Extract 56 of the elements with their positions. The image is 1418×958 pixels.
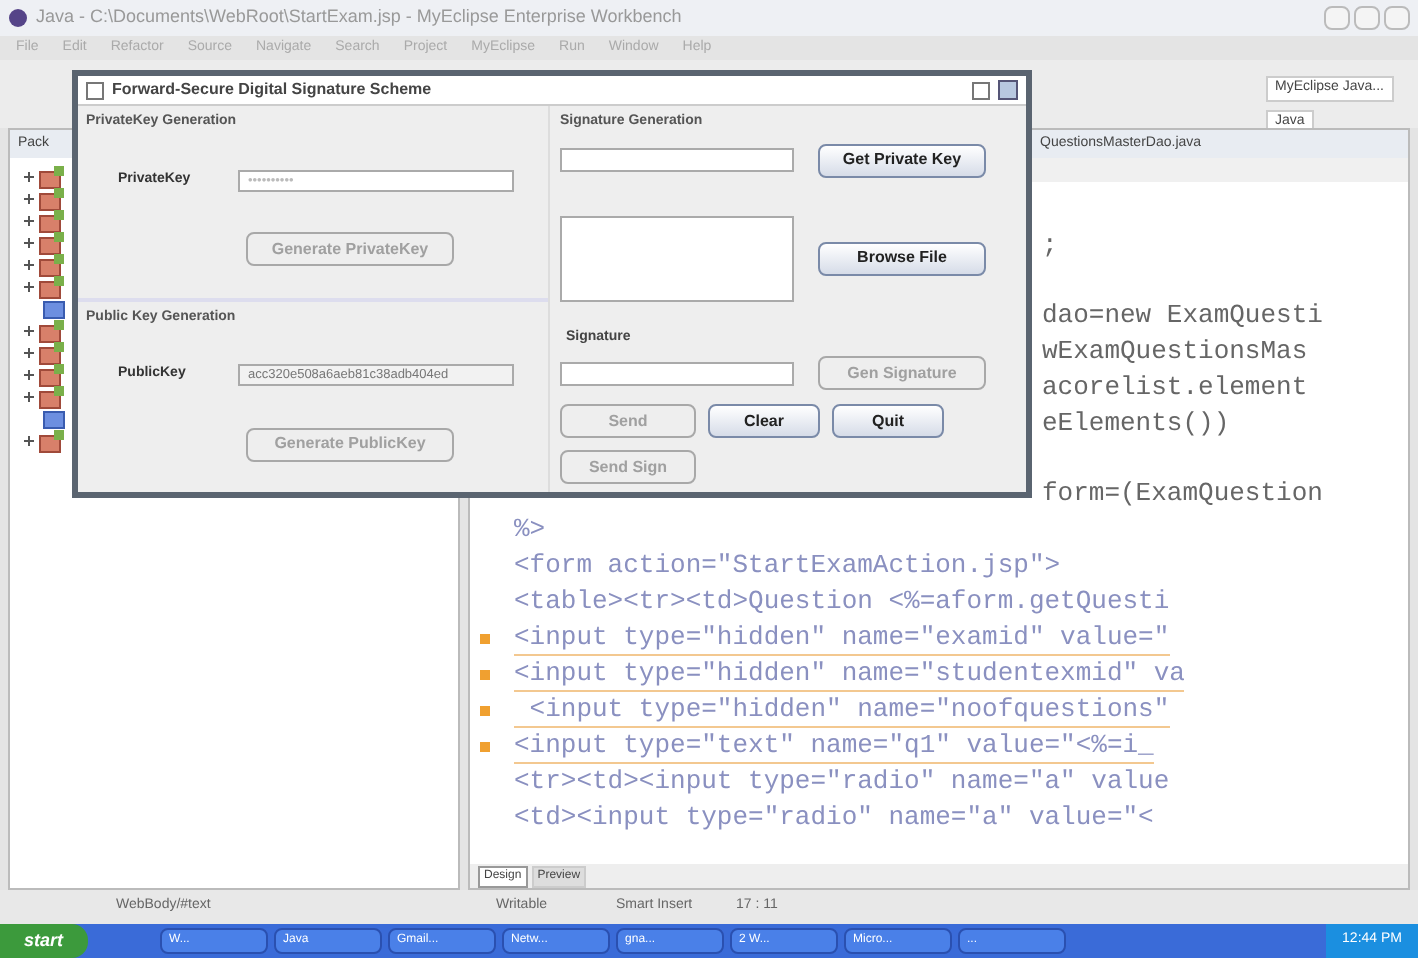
code-line: <td><input type="radio" name="a" value="<: [514, 800, 1154, 836]
code-line: <input type="hidden" name="noofquestions": [514, 692, 1170, 728]
code-line: wExamQuestionsMas: [1042, 334, 1308, 370]
expand-icon[interactable]: [22, 192, 36, 206]
code-line: %>: [514, 512, 546, 548]
dialog-button[interactable]: Quit: [832, 404, 944, 438]
code-line: dao=new ExamQuesti: [1042, 298, 1323, 334]
warning-marker: [479, 705, 489, 715]
start-button[interactable]: start: [0, 924, 88, 958]
folder-icon: [38, 209, 66, 233]
code-line: eElements()): [1042, 406, 1230, 442]
folder-icon: [38, 187, 66, 211]
window-title: Java - C:\Documents\WebRoot\StartExam.jsp - MyEclipse Enterprise Workbench: [36, 4, 682, 31]
code-line: <form action="StartExamAction.jsp">: [514, 548, 1061, 584]
signature-field[interactable]: [560, 361, 794, 385]
folder-icon: [38, 231, 66, 255]
folder-icon: [38, 165, 66, 189]
expand-icon[interactable]: [22, 258, 36, 272]
text-field[interactable]: [560, 148, 794, 172]
warning-marker: [479, 741, 489, 751]
expand-icon[interactable]: [22, 236, 36, 250]
app-icon: [8, 8, 28, 28]
code-line: form=(ExamQuestion: [1042, 476, 1323, 512]
folder-icon: [38, 429, 66, 453]
expand-icon[interactable]: [22, 170, 36, 184]
dialog-button[interactable]: Browse File: [818, 241, 986, 275]
code-line: acorelist.element: [1042, 370, 1308, 406]
expand-icon[interactable]: [22, 368, 36, 382]
code-line: <input type="text" name="q1" value="<%=i_: [514, 728, 1154, 764]
folder-icon: [38, 253, 66, 277]
code-line: <table><tr><td>Question <%=aform.getQuesti: [514, 584, 1170, 620]
file-icon: [38, 297, 66, 321]
file-icon: [38, 407, 66, 431]
expand-icon[interactable]: [22, 346, 36, 360]
window-icon: [86, 81, 104, 99]
folder-icon: [38, 385, 66, 409]
dialog-button[interactable]: Clear: [708, 404, 820, 438]
expand-icon[interactable]: [22, 214, 36, 228]
folder-icon: [38, 319, 66, 343]
restore-button[interactable]: [972, 81, 990, 99]
dialog-button[interactable]: Get Private Key: [818, 143, 986, 177]
folder-icon: [38, 275, 66, 299]
folder-icon: [38, 363, 66, 387]
close-button[interactable]: [998, 80, 1018, 100]
warning-marker: [479, 669, 489, 679]
warning-marker: [479, 633, 489, 643]
expand-icon[interactable]: [22, 434, 36, 448]
expand-icon[interactable]: [22, 390, 36, 404]
code-line: <input type="hidden" name="examid" value=": [514, 620, 1170, 656]
folder-icon: [38, 341, 66, 365]
code-line: ;: [1042, 228, 1058, 264]
expand-icon[interactable]: [22, 280, 36, 294]
code-line: <input type="hidden" name="studentexmid" va: [514, 656, 1185, 692]
dialog-title: Forward-Secure Digital Signature Scheme: [112, 78, 432, 102]
expand-icon[interactable]: [22, 324, 36, 338]
code-line: <tr><td><input type="radio" name="a" value: [514, 764, 1170, 800]
